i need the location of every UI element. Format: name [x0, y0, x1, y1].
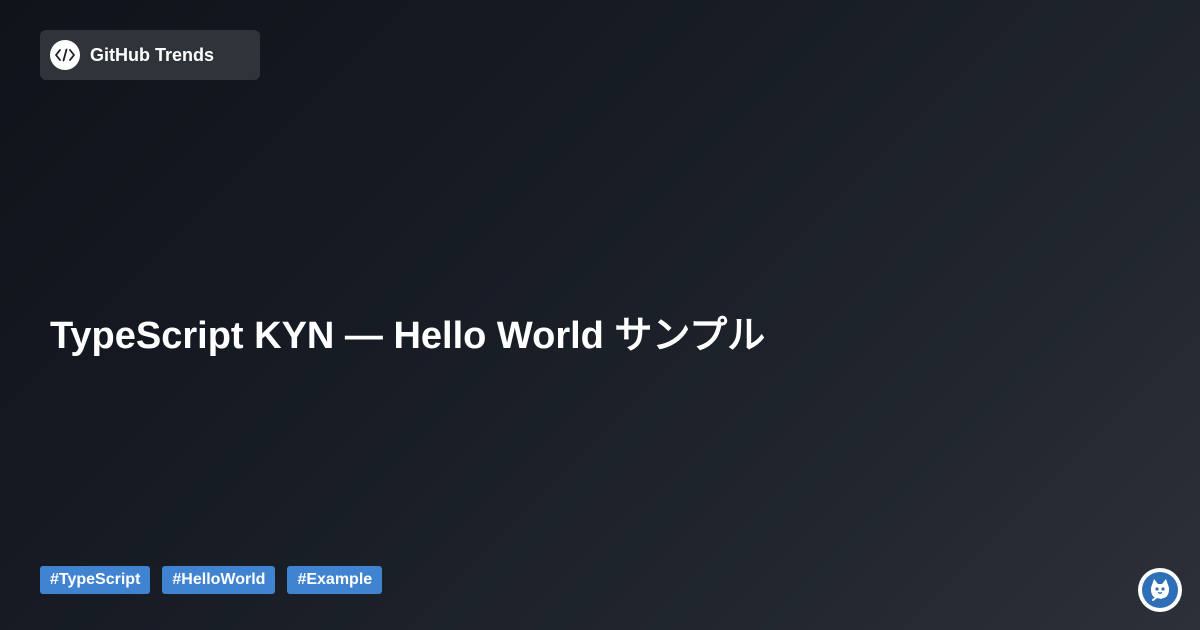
- page-title: TypeScript KYN — Hello World サンプル: [50, 315, 766, 357]
- brand-name: GitHub Trends: [90, 44, 215, 65]
- tag-helloworld[interactable]: #HelloWorld: [162, 566, 276, 594]
- og-card: GitHub Trends TypeScript KYN — Hello Wor…: [0, 0, 1200, 630]
- tag-typescript[interactable]: #TypeScript: [40, 566, 151, 594]
- code-brackets-icon: [50, 40, 80, 70]
- tag-example[interactable]: #Example: [287, 566, 383, 594]
- cat-mascot-icon: [1138, 568, 1182, 612]
- brand-chip: GitHub Trends: [40, 30, 260, 80]
- tag-list: #TypeScript #HelloWorld #Example: [40, 566, 383, 594]
